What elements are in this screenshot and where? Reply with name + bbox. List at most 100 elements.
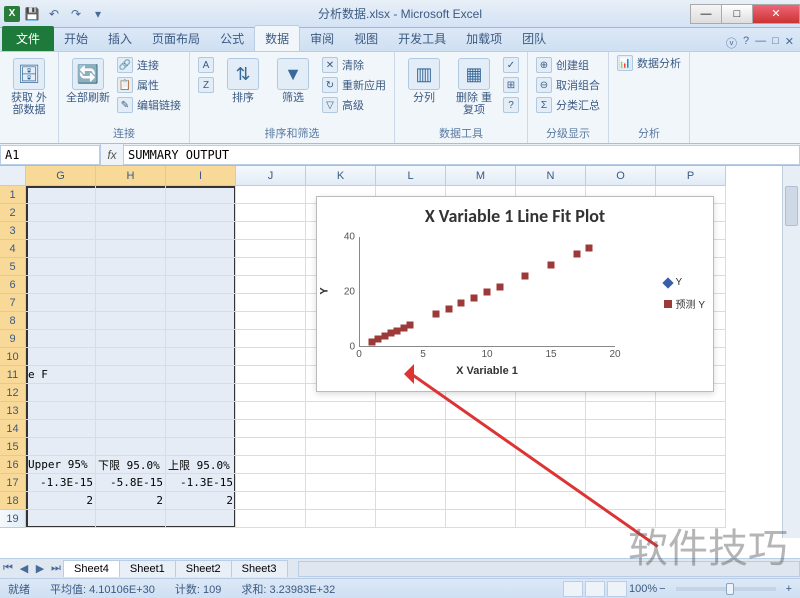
row-header-18[interactable]: 18	[0, 492, 26, 510]
cell-J16[interactable]	[236, 456, 306, 474]
column-header-P[interactable]: P	[656, 166, 726, 186]
cell-I2[interactable]	[166, 204, 236, 222]
doc-close-icon[interactable]: ✕	[785, 35, 794, 51]
cell-J17[interactable]	[236, 474, 306, 492]
row-header-15[interactable]: 15	[0, 438, 26, 456]
subtotal-button[interactable]: Σ分类汇总	[534, 96, 602, 114]
row-header-11[interactable]: 11	[0, 366, 26, 384]
cell-I8[interactable]	[166, 312, 236, 330]
cell-L13[interactable]	[376, 402, 446, 420]
ungroup-button[interactable]: ⊖取消组合	[534, 76, 602, 94]
column-header-O[interactable]: O	[586, 166, 656, 186]
cell-J5[interactable]	[236, 258, 306, 276]
cell-H4[interactable]	[96, 240, 166, 258]
sort-button[interactable]: ⇅ 排序	[220, 54, 266, 104]
row-header-19[interactable]: 19	[0, 510, 26, 528]
cell-H5[interactable]	[96, 258, 166, 276]
whatif-button[interactable]: ?	[501, 96, 521, 114]
cell-I11[interactable]	[166, 366, 236, 384]
cell-K17[interactable]	[306, 474, 376, 492]
cell-H13[interactable]	[96, 402, 166, 420]
clear-filter-button[interactable]: ✕清除	[320, 56, 388, 74]
doc-restore-icon[interactable]: □	[772, 35, 779, 51]
cell-J4[interactable]	[236, 240, 306, 258]
column-header-H[interactable]: H	[96, 166, 166, 186]
formula-input[interactable]: SUMMARY OUTPUT	[124, 145, 800, 165]
cell-K16[interactable]	[306, 456, 376, 474]
cell-H12[interactable]	[96, 384, 166, 402]
cell-J3[interactable]	[236, 222, 306, 240]
cell-I3[interactable]	[166, 222, 236, 240]
view-page-break-button[interactable]	[607, 581, 627, 597]
row-header-3[interactable]: 3	[0, 222, 26, 240]
window-minimize-button[interactable]: —	[690, 4, 722, 24]
fx-button[interactable]: fx	[100, 144, 124, 165]
cell-J13[interactable]	[236, 402, 306, 420]
row-header-1[interactable]: 1	[0, 186, 26, 204]
cell-G7[interactable]	[26, 294, 96, 312]
name-box[interactable]: A1	[0, 145, 100, 165]
cell-P16[interactable]	[656, 456, 726, 474]
horizontal-scrollbar[interactable]	[298, 561, 800, 577]
remove-duplicates-button[interactable]: ▦ 删除 重复项	[451, 54, 497, 116]
tab-data[interactable]: 数据	[254, 25, 300, 51]
tab-formulas[interactable]: 公式	[210, 26, 254, 51]
cell-I9[interactable]	[166, 330, 236, 348]
cell-M17[interactable]	[446, 474, 516, 492]
cell-J19[interactable]	[236, 510, 306, 528]
cell-G13[interactable]	[26, 402, 96, 420]
sheet-tab-sheet1[interactable]: Sheet1	[119, 560, 176, 577]
cell-M18[interactable]	[446, 492, 516, 510]
cell-O16[interactable]	[586, 456, 656, 474]
cell-I17[interactable]: -1.3E-15	[166, 474, 236, 492]
zoom-in-button[interactable]: +	[786, 583, 792, 595]
cell-L15[interactable]	[376, 438, 446, 456]
cell-K14[interactable]	[306, 420, 376, 438]
cell-I19[interactable]	[166, 510, 236, 528]
cell-H11[interactable]	[96, 366, 166, 384]
sort-desc-button[interactable]: Z	[196, 76, 216, 94]
cell-G8[interactable]	[26, 312, 96, 330]
connections-button[interactable]: 🔗连接	[115, 56, 183, 74]
cell-J15[interactable]	[236, 438, 306, 456]
text-to-columns-button[interactable]: ▥ 分列	[401, 54, 447, 104]
row-header-2[interactable]: 2	[0, 204, 26, 222]
tab-insert[interactable]: 插入	[98, 26, 142, 51]
zoom-out-button[interactable]: −	[659, 583, 665, 595]
cell-J7[interactable]	[236, 294, 306, 312]
cell-M16[interactable]	[446, 456, 516, 474]
advanced-filter-button[interactable]: ▽高级	[320, 96, 388, 114]
cell-J11[interactable]	[236, 366, 306, 384]
cell-G18[interactable]: 2	[26, 492, 96, 510]
cell-G5[interactable]	[26, 258, 96, 276]
qat-more-button[interactable]: ▾	[88, 4, 108, 24]
cell-H19[interactable]	[96, 510, 166, 528]
cell-O17[interactable]	[586, 474, 656, 492]
cell-G15[interactable]	[26, 438, 96, 456]
tab-home[interactable]: 开始	[54, 26, 98, 51]
column-header-G[interactable]: G	[26, 166, 96, 186]
zoom-slider[interactable]	[676, 587, 776, 591]
row-header-6[interactable]: 6	[0, 276, 26, 294]
sheet-nav-last[interactable]: ⏭	[48, 561, 64, 577]
help-icon[interactable]: ?	[743, 35, 749, 51]
cell-I5[interactable]	[166, 258, 236, 276]
cell-K15[interactable]	[306, 438, 376, 456]
cell-H2[interactable]	[96, 204, 166, 222]
cell-K18[interactable]	[306, 492, 376, 510]
cell-K19[interactable]	[306, 510, 376, 528]
zoom-thumb[interactable]	[726, 583, 734, 595]
cell-M19[interactable]	[446, 510, 516, 528]
cell-N14[interactable]	[516, 420, 586, 438]
cell-G1[interactable]	[26, 186, 96, 204]
cell-G3[interactable]	[26, 222, 96, 240]
sort-asc-button[interactable]: A	[196, 56, 216, 74]
cell-G12[interactable]	[26, 384, 96, 402]
cell-L16[interactable]	[376, 456, 446, 474]
cell-P19[interactable]	[656, 510, 726, 528]
window-close-button[interactable]: ✕	[752, 4, 800, 24]
get-external-data-button[interactable]: 🗄 获取 外部数据	[6, 54, 52, 116]
cell-H6[interactable]	[96, 276, 166, 294]
row-header-7[interactable]: 7	[0, 294, 26, 312]
cell-J12[interactable]	[236, 384, 306, 402]
